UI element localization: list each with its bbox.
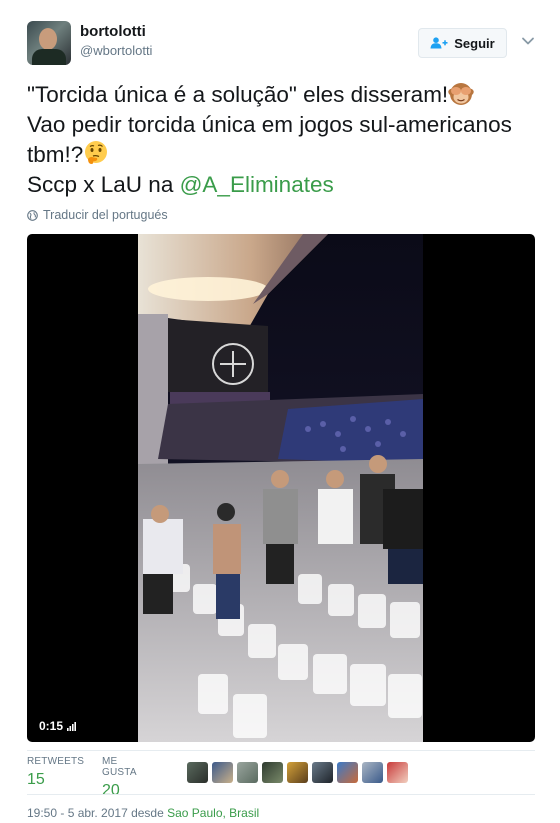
liker-avatar[interactable]: [212, 762, 233, 783]
divider: [27, 750, 535, 751]
avatar[interactable]: [27, 21, 71, 65]
tweet-text: "Torcida única é a solução" eles dissera…: [27, 80, 547, 200]
liker-avatar[interactable]: [362, 762, 383, 783]
user-handle[interactable]: @wbortolotti: [80, 43, 152, 58]
avatar-face: [39, 28, 57, 50]
liker-avatars: [187, 762, 408, 783]
likes-count: 20: [102, 782, 120, 799]
video-timecode: 0:15: [39, 719, 77, 733]
follow-button-label: Seguir: [454, 35, 495, 51]
tweet-line-3: Sccp x LaU na: [27, 172, 180, 197]
liker-avatar[interactable]: [262, 762, 283, 783]
translate-label: Traducir del portugués: [43, 208, 168, 222]
liker-avatar[interactable]: [187, 762, 208, 783]
chevron-down-icon[interactable]: [521, 34, 535, 48]
add-user-icon: [430, 37, 448, 49]
location-link[interactable]: Sao Paulo, Brasil: [167, 806, 259, 820]
display-name[interactable]: bortolotti: [80, 23, 146, 40]
divider: [27, 794, 535, 795]
thinking-face-icon: [83, 140, 111, 166]
follow-button[interactable]: Seguir: [418, 28, 507, 58]
volume-bars-icon: [67, 721, 77, 731]
liker-avatar[interactable]: [387, 762, 408, 783]
likes-label: ME GUSTA: [102, 756, 137, 778]
retweets-count: 15: [27, 771, 45, 788]
video-timecode-text: 0:15: [39, 719, 64, 733]
avatar-shirt: [32, 49, 66, 65]
liker-avatar[interactable]: [287, 762, 308, 783]
video-player[interactable]: 0:15: [27, 234, 535, 742]
retweets-label: RETWEETS: [27, 756, 85, 767]
tweet-timestamp: 19:50 - 5 abr. 2017 desde Sao Paulo, Bra…: [27, 806, 259, 820]
retweets-stat[interactable]: RETWEETS 15: [27, 756, 84, 789]
liker-avatar[interactable]: [312, 762, 333, 783]
globe-icon: [27, 209, 38, 221]
see-no-evil-monkey-icon: [448, 80, 476, 106]
video-frame: [138, 234, 423, 742]
tweet-line-1: "Torcida única é a solução" eles dissera…: [27, 82, 449, 107]
mention-link[interactable]: @A_Eliminates: [180, 172, 334, 197]
translate-link[interactable]: Traducir del portugués: [27, 208, 168, 222]
liker-avatar[interactable]: [337, 762, 358, 783]
liker-avatar[interactable]: [237, 762, 258, 783]
timestamp-text[interactable]: 19:50 - 5 abr. 2017 desde: [27, 806, 167, 820]
